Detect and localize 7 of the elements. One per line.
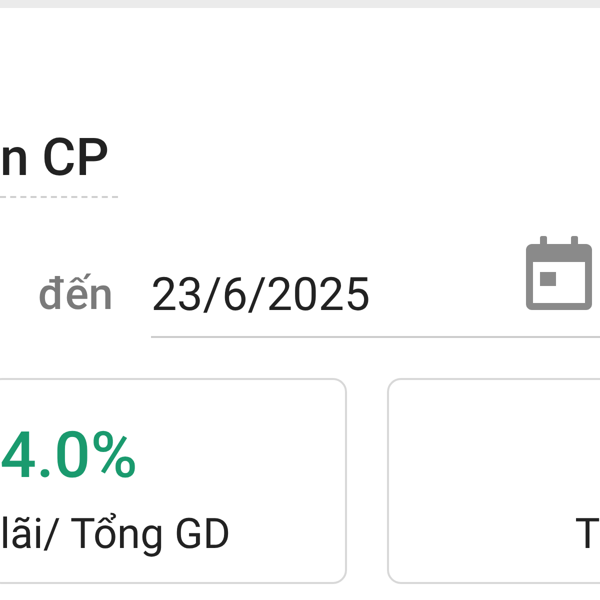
calendar-icon[interactable] xyxy=(526,236,592,312)
stat-value: 4.0% xyxy=(0,420,138,492)
stat-label: T xyxy=(574,510,600,560)
section-title: n CP xyxy=(0,128,110,188)
stat-label: lãi/ Tổng GD xyxy=(0,510,231,560)
date-field[interactable]: 23/6/2025 xyxy=(151,236,600,338)
to-label: đến xyxy=(38,268,114,322)
